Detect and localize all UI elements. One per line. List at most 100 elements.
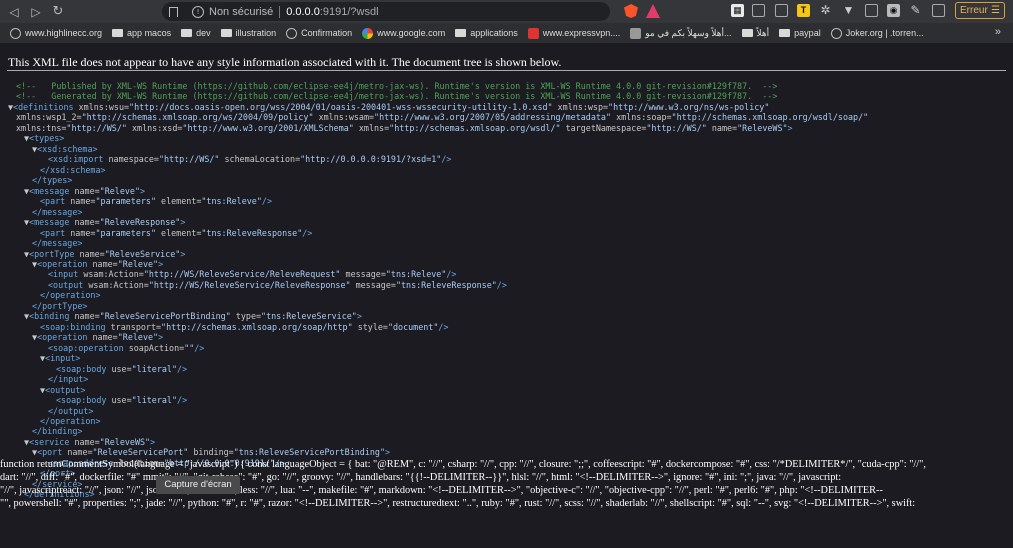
xml-line: <part name="parameters" element="tns:Rel… [40, 227, 313, 238]
xml-line[interactable]: ▼<port name="ReleveServicePort" binding=… [8, 447, 1008, 457]
error-label: Erreur [960, 5, 988, 16]
xml-line[interactable]: ▼<binding name="ReleveServicePortBinding… [8, 311, 1008, 321]
xml-line: </operation> [40, 290, 101, 301]
extension-edit-icon[interactable] [752, 4, 765, 17]
xml-line[interactable]: ▼<operation name="Releve"> [8, 332, 1008, 342]
bookmark-item[interactable]: paypal [779, 28, 821, 38]
chevron-left-icon: ◁ [9, 4, 19, 19]
bookmark-item[interactable]: أهلاً [741, 27, 770, 39]
bookmark-item[interactable]: Confirmation [286, 27, 353, 39]
extension-box-icon[interactable] [775, 4, 788, 17]
bookmark-label: applications [470, 28, 518, 38]
address-bar[interactable]: ! Non sécurisé 0.0.0.0 :9191/?wsdl [162, 2, 610, 21]
script-line: dart: "//", diff: "#", dockerfile: "#" m… [0, 472, 842, 483]
bookmark-item[interactable]: أهلاً وسهلاً بكم في مو... [630, 27, 732, 39]
script-line: function returnCommentSymbol(language = … [0, 459, 926, 470]
xml-line: </operation> [40, 416, 101, 426]
xml-line: xmlns:wsp1_2="http://schemas.xmlsoap.org… [16, 112, 869, 123]
extension-pencil-icon[interactable] [865, 4, 878, 17]
back-button[interactable]: ◁ [3, 1, 25, 23]
browser-toolbar: ◁ ▷ ↻ ! Non sécurisé 0.0.0.0 :9191/?wsdl… [0, 0, 1013, 23]
extension-t-icon[interactable]: T [797, 4, 810, 17]
url-host[interactable]: 0.0.0.0 [286, 6, 320, 18]
bookmark-item[interactable]: www.highlinecc.org [10, 27, 103, 39]
xml-line: </types> [32, 175, 73, 186]
reload-icon: ↻ [52, 4, 64, 19]
xml-line: <!-- Published by XML-WS Runtime (https:… [16, 81, 778, 91]
xml-line: <xsd:import namespace="http://WS/" schem… [48, 154, 452, 165]
bookmark-item[interactable]: dev [181, 28, 211, 38]
bookmark-item[interactable]: applications [455, 28, 518, 38]
xml-line: <output wsam:Action="http://WS/ReleveSer… [48, 279, 507, 290]
xml-line: <soap:body use="literal"/> [56, 395, 188, 406]
bookmark-item[interactable]: illustration [220, 28, 277, 38]
bookmark-item[interactable]: Joker.org | .torren... [830, 27, 924, 39]
xml-line: <!-- Generated by XML-WS Runtime (https:… [16, 91, 778, 102]
reload-button[interactable]: ↻ [47, 1, 69, 23]
xml-line: </xsd:schema> [40, 164, 106, 175]
xml-style-notice: This XML file does not appear to have an… [8, 55, 562, 69]
globe-icon [830, 27, 842, 39]
extension-vue-icon[interactable]: ▼ [842, 4, 855, 17]
bookmark-label: www.highlinecc.org [25, 28, 103, 38]
page-script-text: function returnCommentSymbol(language = … [0, 458, 1013, 510]
folder-icon [741, 29, 753, 37]
xml-line: </binding> [32, 426, 83, 437]
xml-line: xmlns:tns="http://WS/" xmlns:xsd="http:/… [16, 122, 793, 133]
bookmark-icon[interactable] [168, 6, 178, 18]
xml-line[interactable]: ▼<output> [8, 385, 1008, 395]
xml-line[interactable]: ▼<operation name="Releve"> [8, 259, 1008, 269]
bookmark-item[interactable]: www.google.com [362, 27, 446, 39]
folder-icon [181, 29, 193, 37]
xml-line[interactable]: ▼<message name="ReleveResponse"> [8, 217, 1008, 227]
error-button[interactable]: Erreur ☰ [955, 2, 1005, 19]
extension-camera-icon[interactable]: ◉ [887, 4, 900, 17]
url-path[interactable]: :9191/?wsdl [320, 6, 379, 18]
bookmark-label: أهلاً [756, 27, 770, 38]
insecure-warning-icon[interactable]: ! [192, 5, 204, 18]
bookmark-label: www.expressvpn.... [542, 28, 621, 38]
xml-line[interactable]: ▼<xsd:schema> [8, 144, 1008, 154]
google-icon [362, 27, 374, 39]
xml-line[interactable]: ▼<service name="ReleveWS"> [8, 437, 1008, 447]
xml-line: <soap:operation soapAction=""/> [48, 342, 205, 353]
extension-gear-icon[interactable]: ✲ [819, 4, 832, 17]
screenshot-tooltip: Capture d'écran [156, 476, 240, 494]
bookmark-item[interactable]: www.expressvpn.... [527, 27, 621, 39]
folder-icon [112, 29, 124, 37]
xml-tree: <!-- Published by XML-WS Runtime (https:… [8, 81, 1008, 500]
bookmark-label: app macos [127, 28, 172, 38]
folder-icon [455, 29, 467, 37]
xml-line: </output> [48, 405, 94, 416]
extension-brush-icon[interactable]: ✎ [909, 4, 922, 17]
globe-icon [286, 27, 298, 39]
xml-line[interactable]: ▼<types> [8, 133, 1008, 143]
bookmark-label: www.google.com [377, 28, 446, 38]
bookmark-label: illustration [235, 28, 277, 38]
xml-line: <part name="parameters" element="tns:Rel… [40, 196, 272, 207]
bookmark-item[interactable]: app macos [112, 28, 171, 38]
bookmark-label: paypal [794, 28, 821, 38]
extensions-puzzle-icon[interactable] [932, 4, 945, 17]
xml-line[interactable]: ▼<input> [8, 353, 1008, 363]
forward-button[interactable]: ▷ [25, 1, 47, 23]
menu-icon: ☰ [991, 5, 1000, 16]
more-bookmarks-button[interactable]: » [995, 26, 1001, 38]
xml-line: </input> [48, 374, 89, 385]
grey-icon [630, 27, 642, 39]
bookmark-label: Confirmation [301, 28, 353, 38]
xml-line: </portType> [32, 300, 88, 311]
globe-icon [10, 27, 21, 39]
bookmark-label: dev [196, 28, 211, 38]
folder-icon [779, 29, 791, 37]
xml-line[interactable]: ▼<message name="Releve"> [8, 186, 1008, 196]
bookmarks-bar: www.highlinecc.org app macos dev illustrati… [0, 23, 1013, 43]
xml-line[interactable]: ▼<portType name="ReleveService"> [8, 249, 1008, 259]
script-line: "//", javascriptreact: "//", json: "//",… [0, 485, 883, 496]
brave-shields-icon[interactable] [624, 4, 638, 18]
brave-rewards-icon[interactable] [646, 4, 660, 18]
security-label[interactable]: Non sécurisé [209, 6, 273, 18]
xml-line[interactable]: ▼<definitions xmlns:wsu="http://docs.oas… [8, 102, 1008, 112]
url-divider [279, 5, 281, 18]
extension-translate-icon[interactable]: ▦ [731, 4, 744, 17]
